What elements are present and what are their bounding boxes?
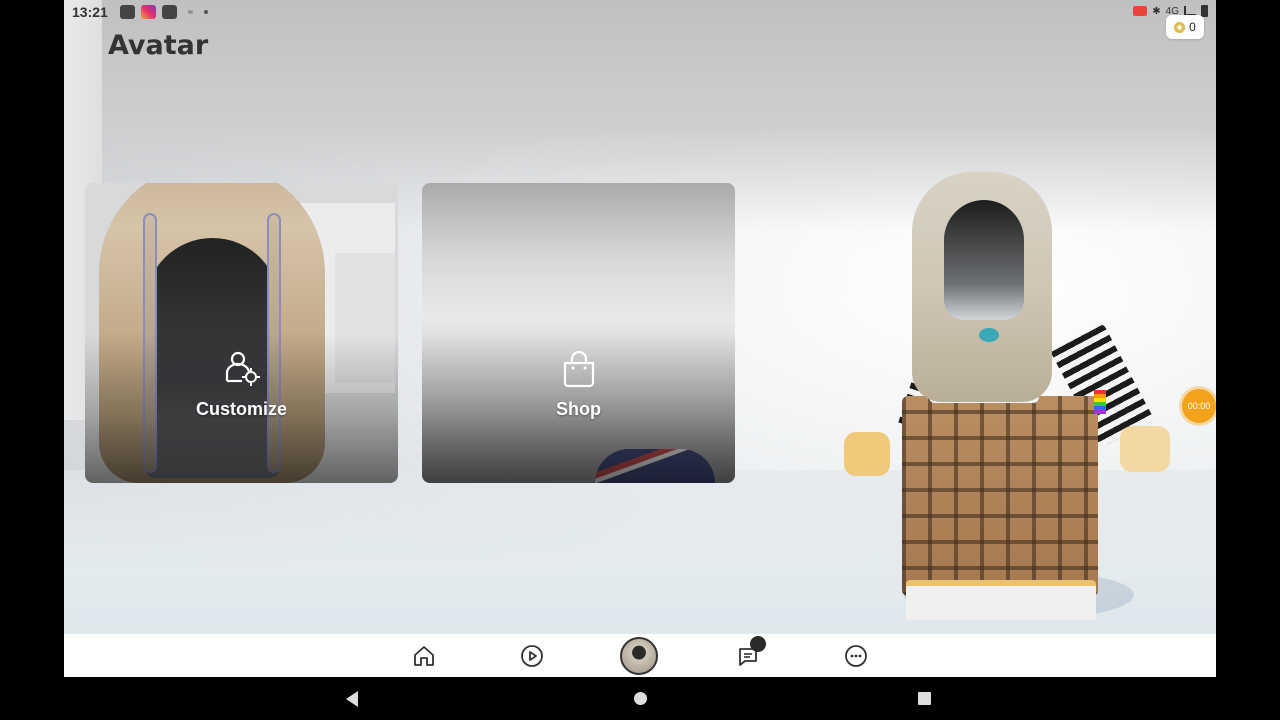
shop-card[interactable]: Shop <box>422 183 735 483</box>
news-icon <box>162 5 177 19</box>
cast-icon <box>1133 6 1148 16</box>
rainbow-flag-icon <box>1094 390 1106 414</box>
home-icon <box>414 646 434 666</box>
avatar-socks <box>906 580 1096 620</box>
page-title: Avatar <box>108 30 209 61</box>
avatar-face <box>944 200 1024 320</box>
screen-recorder-timer[interactable]: 00:00 <box>1182 389 1216 423</box>
robux-icon <box>1174 21 1186 33</box>
nav-home-button[interactable] <box>410 642 438 670</box>
bottom-navigation <box>64 634 1216 677</box>
nav-discover-button[interactable] <box>518 642 546 670</box>
avatar-screen: 13:21 ≈ ✱ 4G Avatar 0 Customize Shop 00:… <box>64 0 1216 720</box>
shopping-bag-icon <box>563 350 594 388</box>
status-time: 13:21 <box>72 4 108 20</box>
robux-balance-button[interactable]: 0 <box>1166 15 1204 39</box>
robux-count: 0 <box>1189 20 1196 34</box>
bluetooth-icon: ✱ <box>1152 5 1161 17</box>
avatar-hand-right <box>1120 426 1170 472</box>
play-icon <box>521 645 543 667</box>
android-navigation-bar <box>64 677 1216 720</box>
avatar-preview[interactable] <box>844 170 1184 630</box>
notification-icons: ≈ <box>120 5 208 19</box>
nav-more-button[interactable] <box>842 642 870 670</box>
chat-notification-badge <box>750 636 766 652</box>
instagram-icon <box>141 5 156 19</box>
more-notifications-dot <box>204 10 208 14</box>
back-icon[interactable] <box>346 691 358 707</box>
rss-icon: ≈ <box>188 7 193 17</box>
avatar-plaid-skirt <box>902 396 1098 596</box>
shop-label: Shop <box>556 399 601 419</box>
nav-avatar-button[interactable] <box>620 637 658 675</box>
customize-card[interactable]: Customize <box>85 183 398 483</box>
app-notification-icon <box>120 5 135 19</box>
recents-icon[interactable] <box>918 692 931 705</box>
status-bar: 13:21 ≈ ✱ 4G <box>64 0 1216 24</box>
customize-label: Customize <box>195 399 287 419</box>
more-icon <box>845 645 867 667</box>
butterfly-icon <box>979 328 999 342</box>
avatar-hand-left <box>844 432 890 476</box>
home-circle-icon[interactable] <box>634 692 647 705</box>
battery-icon <box>1201 5 1208 17</box>
customize-avatar-icon <box>225 351 260 386</box>
